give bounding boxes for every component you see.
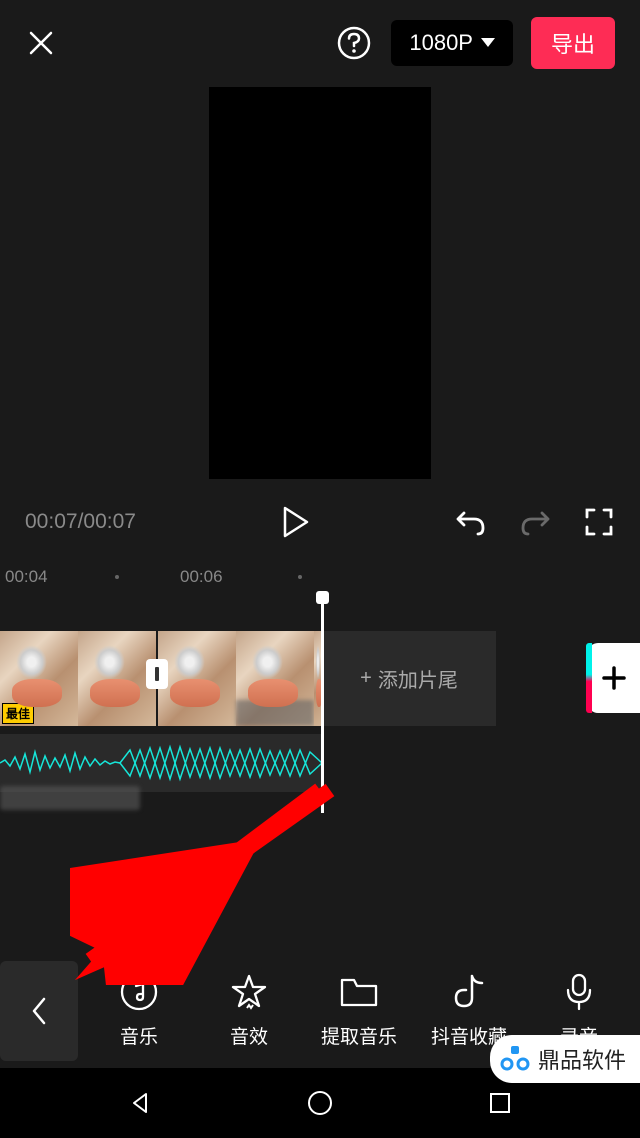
playhead[interactable] <box>321 593 324 813</box>
help-icon[interactable] <box>335 24 373 62</box>
nav-recent[interactable] <box>485 1088 515 1118</box>
transition-button[interactable] <box>146 659 168 689</box>
chevron-down-icon <box>481 38 495 47</box>
star-icon <box>229 972 269 1012</box>
nav-back[interactable] <box>125 1088 155 1118</box>
plus-icon: + <box>360 667 372 690</box>
tool-sound-effect[interactable]: 音效 <box>204 972 294 1049</box>
fullscreen-button[interactable] <box>583 506 615 538</box>
nav-home[interactable] <box>305 1088 335 1118</box>
audio-label <box>0 786 140 810</box>
tool-extract-music[interactable]: 提取音乐 <box>314 972 404 1049</box>
play-button[interactable] <box>279 506 311 538</box>
redo-button <box>519 506 551 538</box>
add-ending-button[interactable]: + 添加片尾 <box>322 631 496 726</box>
folder-icon <box>339 972 379 1012</box>
watermark-logo-icon <box>500 1044 530 1074</box>
douyin-icon <box>449 972 489 1012</box>
toolbar-back-button[interactable] <box>0 961 78 1061</box>
microphone-icon <box>559 972 599 1012</box>
resolution-label: 1080P <box>409 30 473 56</box>
export-button[interactable]: 导出 <box>531 17 615 69</box>
preview-area <box>0 85 640 489</box>
close-button[interactable] <box>25 27 57 59</box>
video-clip-2[interactable] <box>158 631 322 726</box>
clip-badge: 最佳 <box>2 703 34 724</box>
watermark-badge: 鼎品软件 <box>490 1035 640 1083</box>
music-icon <box>119 972 159 1012</box>
timeline[interactable]: 00:04 00:06 最佳 + 添加片尾 <box>0 559 640 828</box>
video-clip-1[interactable]: 最佳 <box>0 631 158 726</box>
timeline-ruler: 00:04 00:06 <box>0 559 640 593</box>
video-preview[interactable] <box>209 87 431 479</box>
tool-music[interactable]: 音乐 <box>94 972 184 1049</box>
resolution-selector[interactable]: 1080P <box>391 20 513 66</box>
add-clip-button[interactable] <box>588 643 640 713</box>
timecode: 00:07/00:07 <box>25 510 136 534</box>
undo-button[interactable] <box>455 506 487 538</box>
audio-track[interactable] <box>0 734 322 792</box>
